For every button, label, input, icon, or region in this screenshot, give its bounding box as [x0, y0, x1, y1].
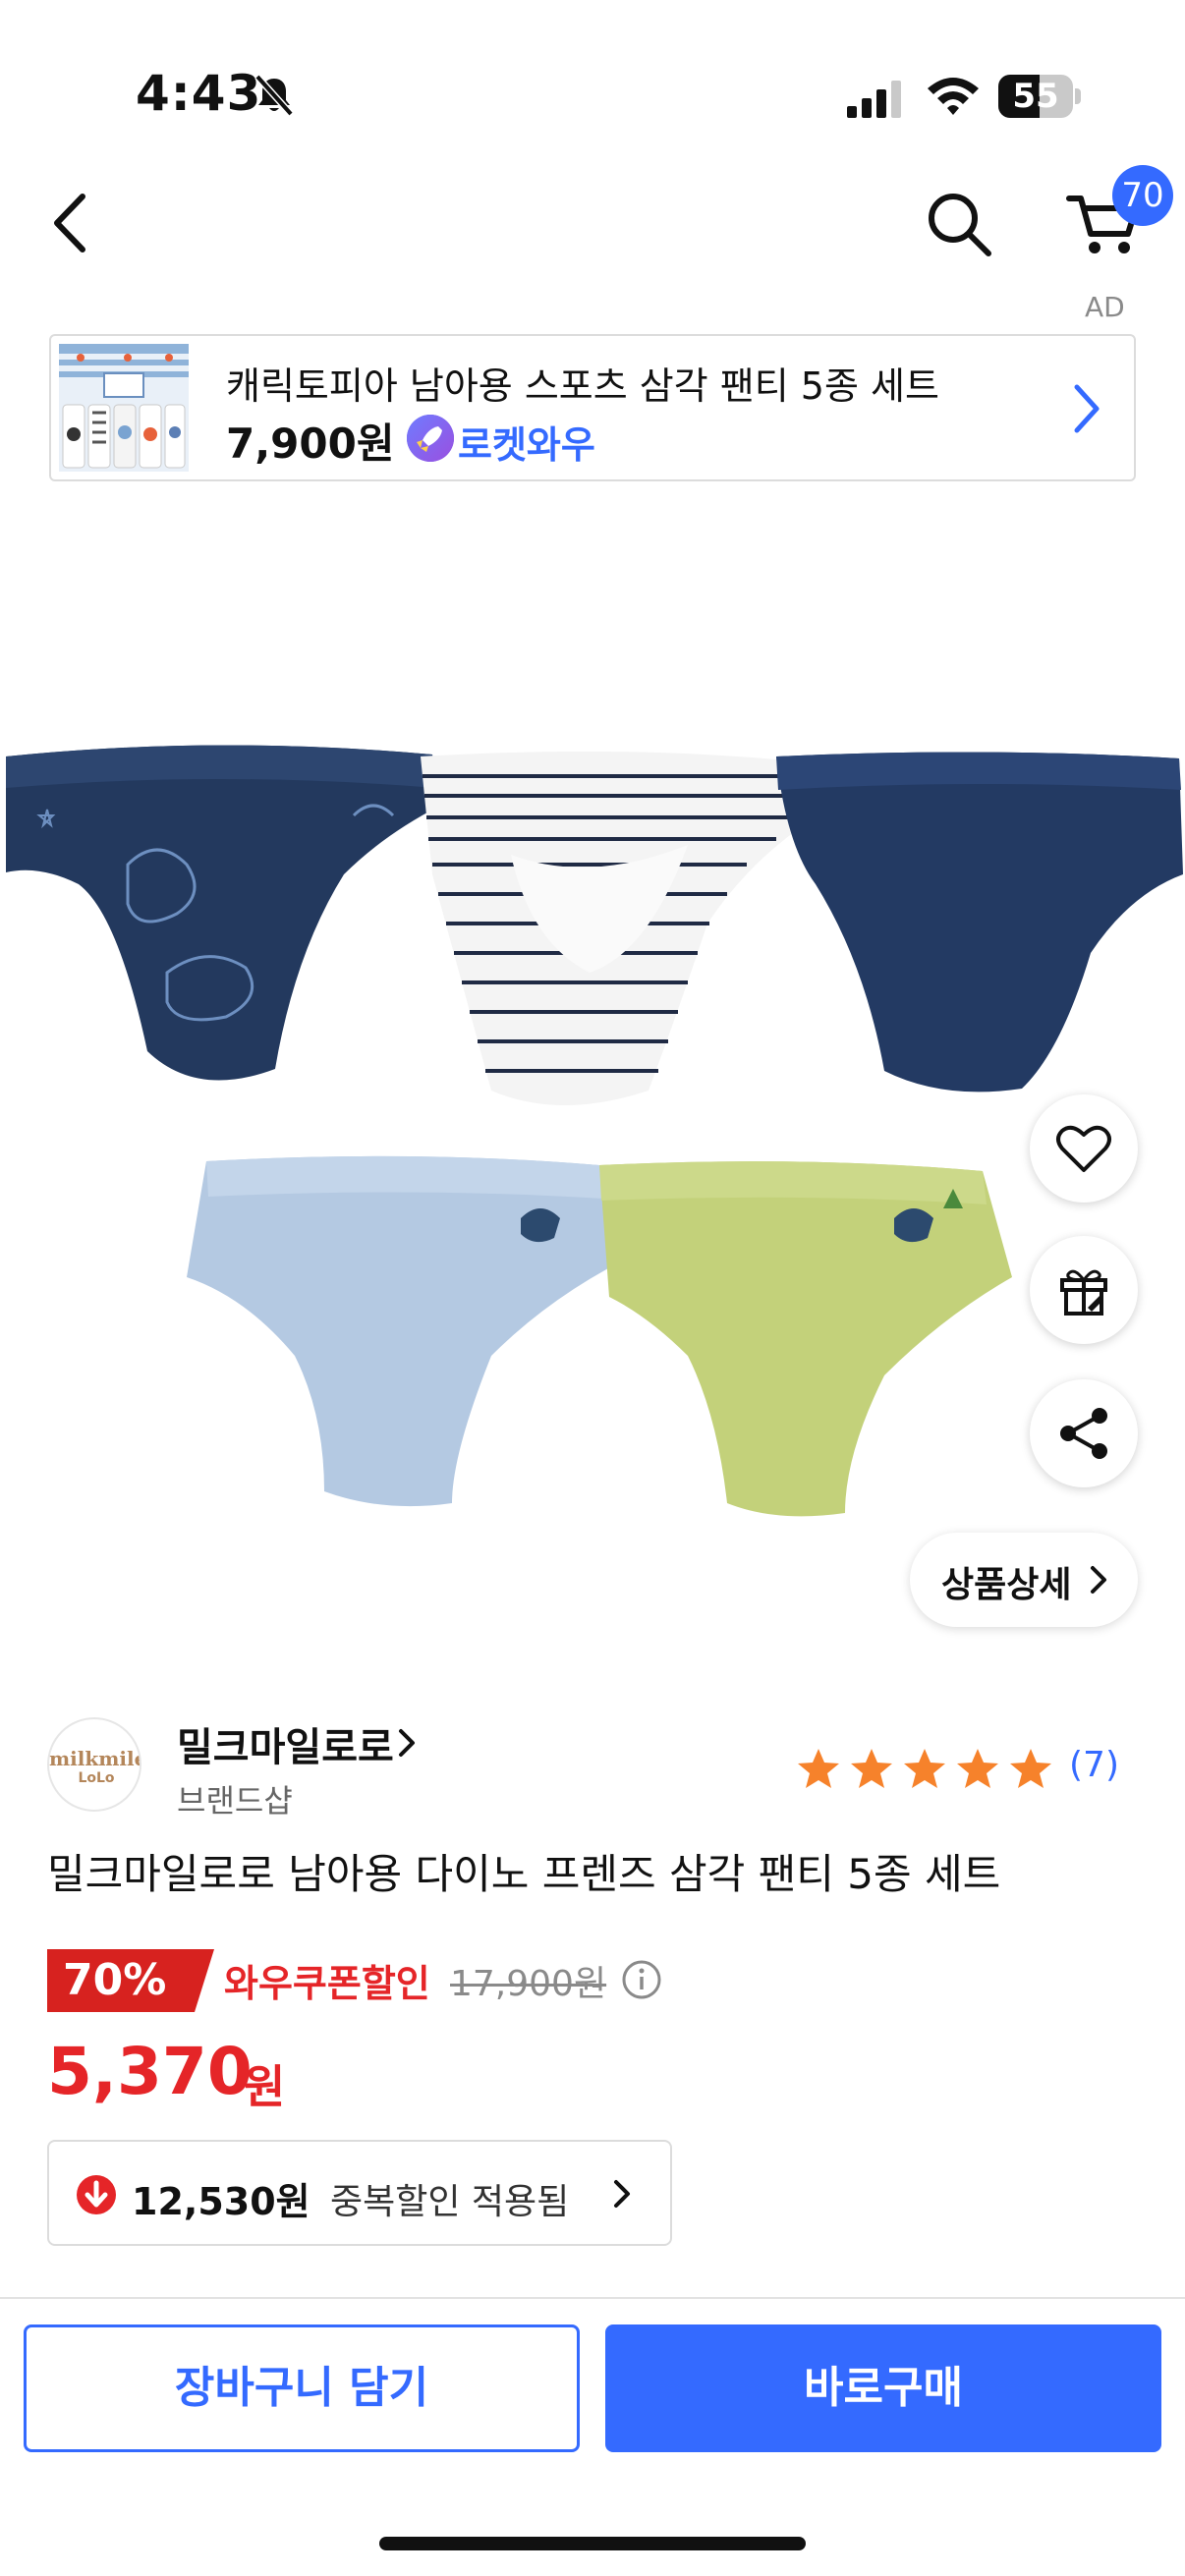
ad-price: 7,900원 [226, 420, 395, 468]
share-icon [1060, 1408, 1107, 1459]
star-icon [904, 1749, 945, 1788]
ad-banner[interactable]: 캐릭토피아 남아용 스포츠 삼각 팬티 5종 세트 7,900원 로켓와우 [49, 334, 1136, 481]
brief-white-striped [421, 751, 804, 1105]
star-icon [851, 1749, 892, 1788]
cart-count-badge[interactable]: 70 [1112, 165, 1173, 226]
product-image[interactable] [0, 727, 1185, 1611]
wishlist-button[interactable] [1030, 1094, 1138, 1203]
brand-logo-line1: milkmile [49, 1747, 141, 1770]
brief-lime-dino [599, 1161, 1012, 1517]
ad-title: 캐릭토피아 남아용 스포츠 삼각 팬티 5종 세트 [226, 364, 939, 408]
info-icon[interactable] [621, 1959, 662, 2000]
review-count[interactable]: (7) [1069, 1745, 1119, 1785]
brand-logo[interactable]: milkmile LoLo [47, 1717, 141, 1812]
product-detail-label: 상품상세 [941, 1565, 1072, 1605]
sale-price-unit: 원 [244, 2060, 286, 2113]
ad-label: AD [1085, 291, 1125, 323]
chevron-right-icon [614, 2180, 630, 2208]
battery-level: 55 [1012, 77, 1059, 116]
gift-icon [1060, 1269, 1107, 1316]
status-time: 4:43 [136, 65, 262, 122]
gift-rocket-button[interactable] [1030, 1236, 1138, 1344]
home-indicator[interactable] [379, 2537, 806, 2550]
product-detail-button[interactable]: 상품상세 [910, 1533, 1138, 1627]
rating-stars[interactable] [794, 1745, 1061, 1794]
rocket-wow-icon [407, 415, 454, 462]
discount-rate: 70% [63, 1955, 167, 2005]
brand-subtitle: 브랜드샵 [177, 1782, 293, 1820]
bell-slash-icon [254, 74, 294, 117]
star-icon [957, 1749, 998, 1788]
brief-lightblue-dino [187, 1155, 629, 1507]
star-icon [798, 1749, 839, 1788]
wifi-icon [928, 78, 979, 115]
add-to-cart-button[interactable]: 장바구니 담기 [24, 2324, 580, 2452]
chevron-right-icon [1091, 1566, 1106, 1594]
stacked-discount-text: 중복할인 적용됨 [330, 2182, 570, 2222]
battery-icon: 55 [998, 75, 1081, 118]
brief-navy-solid [776, 752, 1183, 1092]
rocket-wow-label: 로켓와우 [458, 423, 595, 467]
bottom-divider [0, 2297, 1185, 2299]
product-title: 밀크마일로로 남아용 다이노 프렌즈 삼각 팬티 5종 세트 [47, 1850, 1001, 1898]
chevron-right-icon [1074, 384, 1100, 433]
brand-logo-line2: LoLo [78, 1770, 115, 1786]
buy-now-button[interactable]: 바로구매 [605, 2324, 1161, 2452]
ad-product-thumbnail [59, 344, 189, 472]
brand-name-link[interactable]: 밀크마일로로 [177, 1715, 394, 1772]
share-button[interactable] [1030, 1379, 1138, 1487]
chevron-left-icon[interactable] [45, 189, 96, 257]
stacked-discount-amount: 12,530원 [132, 2180, 310, 2223]
sale-price: 5,370 [47, 2034, 253, 2109]
chevron-right-icon[interactable] [395, 1725, 419, 1761]
brief-navy-dino [6, 745, 440, 1081]
stacked-discount-button[interactable]: 12,530원 중복할인 적용됨 [47, 2140, 672, 2246]
search-icon[interactable] [924, 189, 994, 259]
star-icon [1010, 1749, 1051, 1788]
heart-icon [1056, 1125, 1111, 1172]
coupon-label: 와우쿠폰할인 [224, 1962, 430, 2005]
status-bar: 4:43 55 [0, 0, 1185, 147]
arrow-down-circle-icon [77, 2175, 116, 2214]
signal-icon [847, 81, 901, 118]
original-price: 17,900원 [450, 1964, 607, 2004]
